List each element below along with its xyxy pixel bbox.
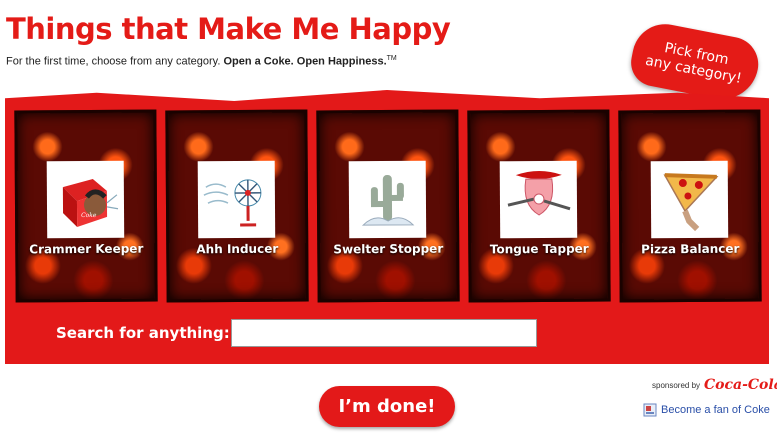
fan-page-icon — [643, 403, 657, 417]
takeout-box-head-icon: Coke — [62, 178, 118, 227]
pizza-balancer-image — [650, 160, 729, 239]
trademark-mark: TM — [386, 55, 397, 62]
tongue-tapper-image — [499, 160, 578, 239]
fan-link-label[interactable]: Become a fan of Coke — [661, 404, 770, 416]
become-fan-link[interactable]: Become a fan of Coke — [643, 403, 770, 417]
svg-text:Coke: Coke — [81, 211, 97, 218]
sponsor-line: sponsored by Coca-Cola — [652, 377, 777, 393]
page-title: Things that Make Me Happy — [6, 12, 451, 46]
category-card-tongue-tapper[interactable]: Tongue Tapper — [467, 109, 611, 303]
category-card-ahh-inducer[interactable]: Ahh Inducer — [165, 109, 309, 303]
page-subtitle: For the first time, choose from any cate… — [6, 55, 397, 68]
done-button[interactable]: I’m done! — [319, 386, 455, 427]
search-label: Search for anything: — [56, 324, 230, 342]
subtitle-text: For the first time, choose from any cate… — [6, 55, 224, 68]
card-label: Swelter Stopper — [333, 241, 444, 257]
subtitle-slogan: Open a Coke. Open Happiness. — [223, 55, 387, 68]
swelter-stopper-image — [348, 160, 427, 239]
pick-category-badge: Pick from any category! — [627, 18, 763, 106]
cactus-ice-icon — [361, 174, 414, 226]
tongue-icon — [507, 170, 570, 216]
snowflake-fan-icon — [203, 178, 261, 226]
card-label: Tongue Tapper — [489, 241, 589, 257]
category-card-crammer-keeper[interactable]: Coke Crammer Keeper — [14, 109, 158, 303]
sponsored-by-text: sponsored by — [652, 380, 701, 390]
card-label: Pizza Balancer — [641, 241, 740, 257]
card-label: Crammer Keeper — [29, 241, 144, 257]
search-input[interactable] — [231, 319, 537, 347]
pizza-slice-icon — [662, 172, 718, 231]
category-card-swelter-stopper[interactable]: Swelter Stopper — [316, 109, 460, 303]
ahh-inducer-image — [197, 160, 276, 239]
card-label: Ahh Inducer — [196, 241, 279, 257]
category-card-pizza-balancer[interactable]: Pizza Balancer — [618, 109, 762, 303]
crammer-keeper-image: Coke — [46, 160, 125, 239]
coca-cola-logo: Coca-Cola — [704, 377, 777, 393]
